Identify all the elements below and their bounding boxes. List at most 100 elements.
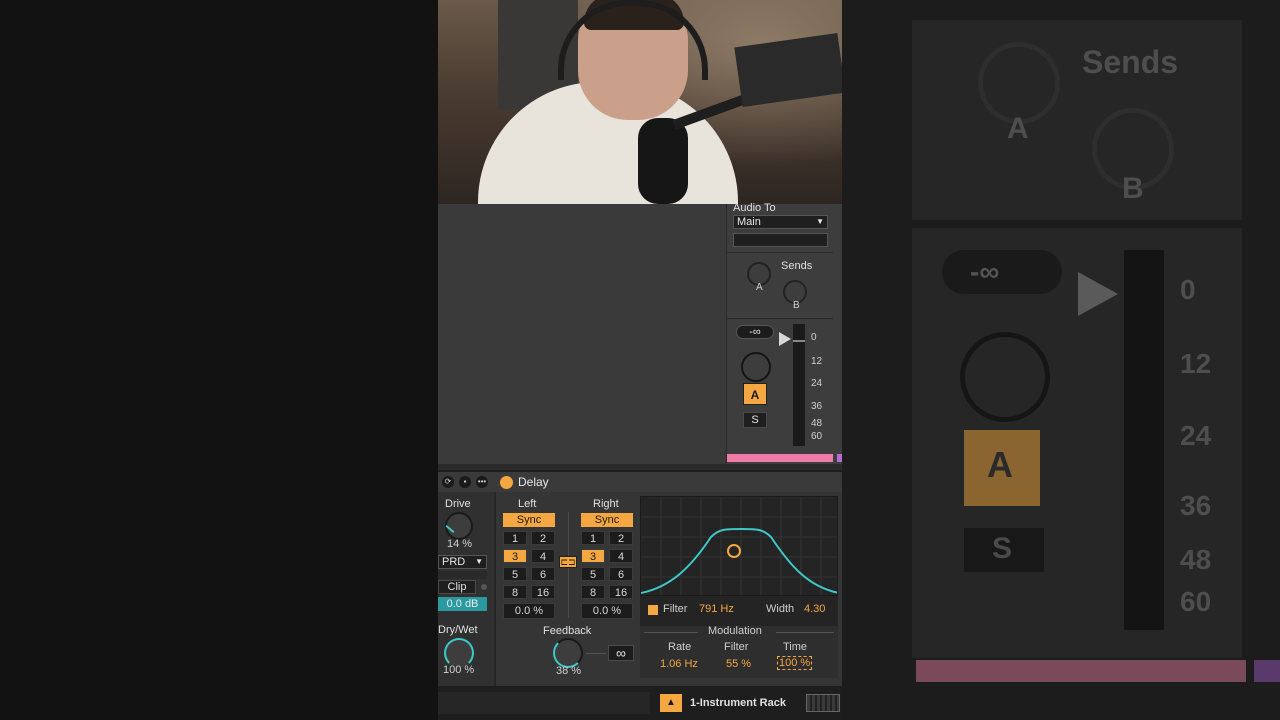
audio-to-label: Audio To xyxy=(733,202,776,214)
status-text-area xyxy=(438,692,650,714)
left-beat-2[interactable]: 2 xyxy=(531,531,555,545)
left-channel-label: Left xyxy=(518,498,537,510)
left-beat-4[interactable]: 4 xyxy=(531,549,555,563)
meter-label-12: 12 xyxy=(811,356,823,367)
left-sync-button[interactable]: Sync xyxy=(503,513,555,527)
solo-button[interactable]: S xyxy=(743,412,767,428)
play-triangle-icon xyxy=(779,332,791,346)
right-beat-3[interactable]: 3 xyxy=(581,549,605,563)
link-channels-icon[interactable]: ⊏⊐ xyxy=(559,556,577,568)
left-beat-16[interactable]: 16 xyxy=(531,585,555,599)
left-beat-5[interactable]: 5 xyxy=(503,567,527,581)
filter-label: Filter xyxy=(663,603,688,615)
webcam-feed xyxy=(438,0,842,204)
left-beat-1[interactable]: 1 xyxy=(503,531,527,545)
blur-volume-box xyxy=(942,250,1062,294)
blur-meter-60: 60 xyxy=(1180,586,1212,617)
volume-fader-handle[interactable] xyxy=(793,340,805,342)
left-offset-field[interactable]: 0.0 % xyxy=(503,603,555,619)
blur-sends-title: Sends xyxy=(1082,44,1179,80)
rack-name[interactable]: 1-Instrument Rack xyxy=(690,697,786,709)
blur-pan-knob xyxy=(960,332,1050,422)
clip-button[interactable]: Clip xyxy=(438,580,476,594)
right-beat-1[interactable]: 1 xyxy=(581,531,605,545)
modulation-label: Modulation xyxy=(708,625,762,637)
divider xyxy=(727,252,833,253)
send-b-label: B xyxy=(793,300,800,311)
midi-keyboard-icon[interactable] xyxy=(806,694,840,712)
drive-label: Drive xyxy=(445,498,471,510)
device-title: Delay xyxy=(518,475,549,489)
drive-knob-arc xyxy=(445,525,455,533)
right-beat-8[interactable]: 8 xyxy=(581,585,605,599)
rate-label: Rate xyxy=(668,641,692,653)
audio-to-value: Main xyxy=(737,216,761,228)
divider xyxy=(727,318,833,319)
left-beat-8[interactable]: 8 xyxy=(503,585,527,599)
right-blurred-mixer: A Sends B -∞ 0 12 24 36 48 60 A S xyxy=(842,0,1280,720)
drywet-label: Dry/Wet xyxy=(438,624,478,636)
filter-display[interactable] xyxy=(640,496,838,596)
volume-field[interactable]: -∞ xyxy=(736,325,774,339)
more-options-icon[interactable]: ••• xyxy=(476,476,488,488)
width-value[interactable]: 4.30 xyxy=(804,603,825,615)
blur-meter-0: 0 xyxy=(1180,274,1196,305)
right-channel-label: Right xyxy=(593,498,619,510)
clip-indicator xyxy=(481,584,487,590)
blur-sends-panel xyxy=(912,20,1242,220)
phone-view: Audio To Main ▼ A Sends B -∞ 0 12 24 36 … xyxy=(438,0,842,720)
blur-next-track-color xyxy=(1254,660,1280,682)
delay-device: ⟳ ▪ ••• Delay Drive 14 % PRD ▼ Clip 0.0 … xyxy=(438,470,842,688)
audio-to-dropdown[interactable]: Main ▼ xyxy=(733,215,828,229)
right-offset-field[interactable]: 0.0 % xyxy=(581,603,633,619)
freeze-button[interactable]: ∞ xyxy=(608,645,634,661)
blur-meter-36: 36 xyxy=(1180,490,1212,521)
time-label: Time xyxy=(783,641,808,653)
audio-to-channel-dropdown[interactable] xyxy=(733,233,828,247)
drywet-value: 100 % xyxy=(443,664,475,676)
link-icon[interactable]: ⟳ xyxy=(442,476,454,488)
save-preset-icon[interactable]: ▪ xyxy=(459,476,471,488)
volume-meter[interactable] xyxy=(793,324,805,446)
meter-label-48: 48 xyxy=(811,418,823,429)
chevron-down-icon: ▼ xyxy=(816,217,824,226)
right-beat-16[interactable]: 16 xyxy=(609,585,633,599)
drive-knob[interactable] xyxy=(445,512,473,540)
pan-knob[interactable] xyxy=(741,352,771,382)
filter-toggle[interactable] xyxy=(648,605,658,615)
blur-send-b-label: B xyxy=(1122,172,1144,205)
filter-curve xyxy=(641,528,837,594)
feedback-knob[interactable] xyxy=(553,638,583,668)
right-beat-6[interactable]: 6 xyxy=(609,567,633,581)
track-activator-button[interactable]: A xyxy=(743,383,767,405)
width-label: Width xyxy=(766,603,795,615)
next-track-color-bar xyxy=(837,454,842,462)
next-channel-edge xyxy=(833,204,842,464)
right-sync-button[interactable]: Sync xyxy=(581,513,633,527)
right-beat-5[interactable]: 5 xyxy=(581,567,605,581)
mode-dropdown[interactable]: PRD ▼ xyxy=(438,555,487,569)
meter-label-24: 24 xyxy=(811,378,823,389)
feedback-label: Feedback xyxy=(543,625,592,637)
feedback-value: 38 % xyxy=(556,665,582,677)
mixer-strip: Audio To Main ▼ A Sends B -∞ 0 12 24 36 … xyxy=(726,202,842,464)
filter-handle[interactable] xyxy=(727,544,741,558)
rate-value[interactable]: 1.06 Hz xyxy=(660,658,698,670)
send-a-label: A xyxy=(756,282,763,293)
filter-frequency-value[interactable]: 791 Hz xyxy=(699,603,734,615)
left-beat-3[interactable]: 3 xyxy=(503,549,527,563)
rack-expand-icon[interactable]: ▲ xyxy=(660,694,682,712)
right-beat-4[interactable]: 4 xyxy=(609,549,633,563)
left-beat-6[interactable]: 6 xyxy=(531,567,555,581)
empty-track-area xyxy=(438,204,726,464)
blur-volume-value: -∞ xyxy=(970,256,1000,287)
mode-value: PRD xyxy=(442,556,466,568)
right-beat-2[interactable]: 2 xyxy=(609,531,633,545)
clip-gain-field[interactable]: 0.0 dB xyxy=(438,597,487,611)
blur-track-color xyxy=(916,660,1246,682)
mod-filter-value[interactable]: 55 % xyxy=(726,658,751,670)
device-power-icon[interactable] xyxy=(500,476,513,489)
meter-label-0: 0 xyxy=(811,332,817,343)
device-header xyxy=(438,472,842,492)
time-value[interactable]: 100 % xyxy=(777,656,813,670)
